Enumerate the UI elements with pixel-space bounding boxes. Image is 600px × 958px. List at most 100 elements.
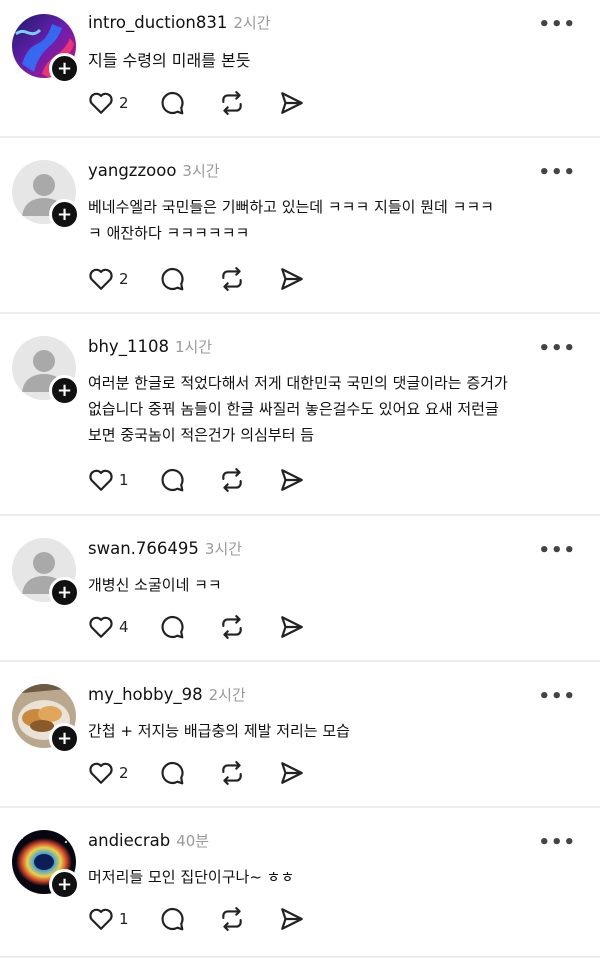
reply-button[interactable] [159, 904, 185, 934]
timestamp: 3시간 [204, 540, 243, 558]
share-button[interactable] [279, 465, 305, 495]
like-button[interactable]: 4 [88, 612, 129, 642]
more-icon[interactable]: ••• [538, 162, 576, 183]
heart-icon [89, 762, 113, 784]
repost-button[interactable] [219, 758, 245, 788]
follow-plus-icon[interactable]: + [49, 723, 80, 754]
username[interactable]: yangzzooo [88, 161, 176, 180]
comment-post: + andiecrab 40분 ••• 머저리들 모인 집단이구나~ ㅎㅎ 1 [0, 808, 600, 958]
username[interactable]: andiecrab [88, 831, 170, 850]
share-button[interactable] [279, 758, 305, 788]
repost-button[interactable] [219, 904, 245, 934]
repost-icon [221, 91, 242, 115]
username[interactable]: swan.766495 [88, 539, 199, 558]
like-count: 1 [119, 471, 129, 489]
more-icon[interactable]: ••• [538, 338, 576, 359]
repost-icon [221, 761, 242, 785]
username[interactable]: my_hobby_98 [88, 685, 203, 704]
send-icon [280, 616, 303, 638]
share-button[interactable] [279, 264, 305, 294]
repost-button[interactable] [219, 264, 245, 294]
send-icon [280, 268, 303, 290]
comment-icon [161, 761, 184, 785]
action-bar: 2 [88, 88, 305, 118]
comment-icon [161, 91, 184, 115]
heart-icon [89, 268, 113, 290]
comment-icon [161, 615, 184, 639]
timestamp: 3시간 [182, 162, 220, 180]
comment-text: 여러분 한글로 적었다해서 저게 대한민국 국민의 댓글이라는 증거가 없습니다… [88, 374, 508, 444]
repost-button[interactable] [219, 612, 245, 642]
send-icon [280, 469, 303, 491]
more-icon[interactable]: ••• [538, 686, 576, 707]
comment-icon [161, 907, 184, 931]
share-button[interactable] [279, 612, 305, 642]
repost-button[interactable] [219, 88, 245, 118]
reply-button[interactable] [159, 88, 185, 118]
send-icon [280, 92, 303, 114]
share-button[interactable] [279, 88, 305, 118]
heart-icon [89, 469, 113, 491]
like-button[interactable]: 1 [88, 465, 129, 495]
reply-button[interactable] [159, 264, 185, 294]
comment-post: + bhy_1108 1시간 ••• 여러분 한글로 적었다해서 저게 대한민국… [0, 314, 600, 516]
like-count: 2 [119, 764, 129, 782]
follow-plus-icon[interactable]: + [49, 375, 80, 406]
comment-feed: + intro_duction831 2시간 ••• 지들 수령의 미래를 본듯… [0, 0, 600, 958]
avatar-container[interactable]: + [12, 336, 80, 406]
more-icon[interactable]: ••• [538, 540, 576, 561]
comment-text: 간첩 + 저지능 배급충의 제발 저리는 모습 [88, 722, 350, 740]
comment-post: + intro_duction831 2시간 ••• 지들 수령의 미래를 본듯… [0, 0, 600, 138]
comment-icon [161, 468, 184, 492]
repost-icon [221, 468, 242, 492]
avatar-container[interactable]: + [12, 160, 80, 230]
reply-button[interactable] [159, 465, 185, 495]
repost-icon [221, 615, 242, 639]
repost-button[interactable] [219, 465, 245, 495]
like-button[interactable]: 2 [88, 88, 129, 118]
avatar-container[interactable]: + [12, 830, 80, 900]
timestamp: 2시간 [208, 686, 246, 704]
action-bar: 1 [88, 904, 305, 934]
comment-text: 머저리들 모인 집단이구나~ ㅎㅎ [88, 868, 295, 886]
like-count: 2 [119, 94, 129, 112]
action-bar: 2 [88, 758, 305, 788]
timestamp: 2시간 [233, 14, 271, 32]
more-icon[interactable]: ••• [538, 832, 576, 853]
share-button[interactable] [279, 904, 305, 934]
like-button[interactable]: 2 [88, 264, 129, 294]
repost-icon [221, 907, 242, 931]
repost-icon [221, 267, 242, 291]
send-icon [280, 762, 303, 784]
more-icon[interactable]: ••• [538, 14, 576, 35]
comment-text: 지들 수령의 미래를 본듯 [88, 51, 251, 70]
reply-button[interactable] [159, 758, 185, 788]
comment-post: + yangzzooo 3시간 ••• 베네수엘라 국민들은 기뻐하고 있는데 … [0, 138, 600, 314]
action-bar: 2 [88, 264, 305, 294]
comment-post: + my_hobby_98 2시간 ••• 간첩 + 저지능 배급충의 제발 저… [0, 662, 600, 808]
follow-plus-icon[interactable]: + [49, 199, 80, 230]
heart-icon [89, 92, 113, 114]
comment-text: 베네수엘라 국민들은 기뻐하고 있는데 ㅋㅋㅋ 지들이 뭔데 ㅋㅋㅋ ㅋ 애잔하… [88, 198, 494, 242]
like-button[interactable]: 1 [88, 904, 129, 934]
reply-button[interactable] [159, 612, 185, 642]
action-bar: 1 [88, 465, 305, 495]
heart-icon [89, 616, 113, 638]
comment-post: + swan.766495 3시간 ••• 개병신 소굴이네 ㅋㅋ 4 [0, 516, 600, 662]
like-count: 2 [119, 270, 129, 288]
timestamp: 1시간 [174, 338, 213, 356]
avatar-container[interactable]: + [12, 684, 80, 754]
action-bar: 4 [88, 612, 305, 642]
follow-plus-icon[interactable]: + [49, 869, 80, 900]
avatar-container[interactable]: + [12, 14, 80, 84]
timestamp: 40분 [176, 832, 210, 850]
username[interactable]: bhy_1108 [88, 337, 169, 356]
avatar-container[interactable]: + [12, 538, 80, 608]
comment-icon [161, 267, 184, 291]
like-button[interactable]: 2 [88, 758, 129, 788]
follow-plus-icon[interactable]: + [49, 577, 80, 608]
username[interactable]: intro_duction831 [88, 13, 227, 32]
like-count: 1 [119, 910, 129, 928]
follow-plus-icon[interactable]: + [49, 53, 80, 84]
heart-icon [89, 908, 113, 930]
